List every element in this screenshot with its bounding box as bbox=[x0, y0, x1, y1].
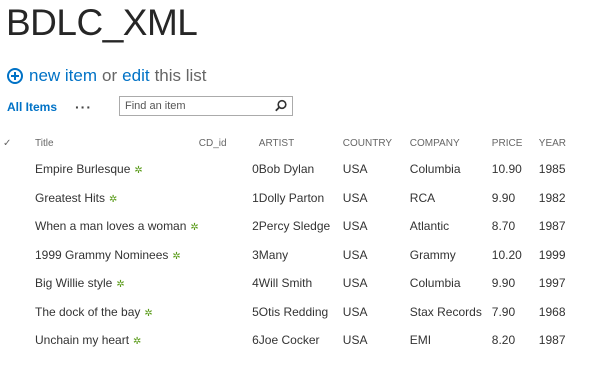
item-title-link[interactable]: Greatest Hits bbox=[35, 191, 105, 205]
row-checkbox[interactable] bbox=[3, 298, 35, 327]
cell-company: EMI bbox=[409, 333, 432, 348]
cell-cd-id: 6 bbox=[252, 333, 259, 348]
cell-country: USA bbox=[342, 219, 368, 234]
column-header-price[interactable]: PRICE bbox=[492, 131, 539, 155]
cell-artist: Many bbox=[258, 247, 289, 262]
column-header-country[interactable]: COUNTRY bbox=[343, 131, 410, 155]
cell-cd-id: 2 bbox=[252, 219, 259, 234]
view-selector: All Items ··· bbox=[7, 96, 293, 118]
cell-country: USA bbox=[342, 190, 368, 205]
cell-year: 1997 bbox=[538, 276, 566, 291]
new-item-icon: ✲ bbox=[133, 336, 142, 348]
command-bar: new item or edit this list bbox=[7, 65, 207, 87]
cell-year: 1987 bbox=[538, 219, 566, 234]
item-title-link[interactable]: Empire Burlesque bbox=[35, 162, 130, 176]
this-list-text: this list bbox=[154, 66, 207, 85]
item-title-link[interactable]: Unchain my heart bbox=[35, 333, 129, 347]
item-title-link[interactable]: When a man loves a woman bbox=[35, 219, 186, 233]
cell-company: Atlantic bbox=[409, 219, 450, 234]
cell-company: RCA bbox=[409, 190, 436, 205]
edit-link[interactable]: edit bbox=[122, 66, 149, 86]
item-title-link[interactable]: Big Willie style bbox=[35, 276, 112, 290]
cell-company: Columbia bbox=[409, 276, 461, 291]
row-checkbox[interactable] bbox=[3, 241, 35, 270]
row-checkbox[interactable] bbox=[3, 184, 35, 213]
new-item-icon: ✲ bbox=[109, 193, 118, 205]
new-item-icon: ✲ bbox=[190, 222, 199, 234]
cell-price: 9.90 bbox=[491, 190, 516, 205]
items-table: ✓ Title CD_id ARTIST COUNTRY COMPANY PRI… bbox=[3, 131, 579, 355]
cell-price: 10.20 bbox=[491, 247, 522, 262]
table-row[interactable]: 1999 Grammy Nominees ✲ 3 Many USA Grammy … bbox=[3, 241, 579, 270]
new-item-icon: ✲ bbox=[134, 165, 143, 177]
page-title: BDLC_XML bbox=[6, 2, 198, 43]
cell-artist: Otis Redding bbox=[258, 304, 329, 319]
item-title-link[interactable]: 1999 Grammy Nominees bbox=[35, 248, 168, 262]
cell-price: 7.90 bbox=[491, 304, 516, 319]
more-options-button[interactable]: ··· bbox=[75, 99, 92, 115]
column-header-cd-id[interactable]: CD_id bbox=[199, 131, 259, 155]
new-item-link[interactable]: new item bbox=[29, 66, 97, 86]
view-all-items[interactable]: All Items bbox=[7, 100, 57, 114]
cell-artist: Dolly Parton bbox=[258, 190, 325, 205]
cell-year: 1968 bbox=[538, 304, 566, 319]
cell-artist: Joe Cocker bbox=[258, 333, 320, 348]
cell-company: Stax Records bbox=[409, 304, 482, 319]
table-row[interactable]: Greatest Hits ✲ 1 Dolly Parton USA RCA 9.… bbox=[3, 184, 579, 213]
search-box bbox=[119, 96, 293, 116]
cell-price: 8.20 bbox=[491, 333, 516, 348]
cell-country: USA bbox=[342, 162, 368, 177]
cell-country: USA bbox=[342, 276, 368, 291]
column-header-company[interactable]: COMPANY bbox=[410, 131, 492, 155]
new-item-icon: ✲ bbox=[172, 250, 181, 262]
cell-company: Grammy bbox=[409, 247, 456, 262]
table-row[interactable]: Empire Burlesque ✲ 0 Bob Dylan USA Columb… bbox=[3, 155, 579, 184]
row-checkbox[interactable] bbox=[3, 212, 35, 241]
table-row[interactable]: When a man loves a woman ✲ 2 Percy Sledge… bbox=[3, 212, 579, 241]
cell-company: Columbia bbox=[409, 162, 461, 177]
table-header-row: ✓ Title CD_id ARTIST COUNTRY COMPANY PRI… bbox=[3, 131, 579, 155]
cell-artist: Bob Dylan bbox=[258, 162, 315, 177]
cell-price: 10.90 bbox=[491, 162, 522, 177]
row-checkbox[interactable] bbox=[3, 326, 35, 355]
column-header-title[interactable]: Title bbox=[35, 131, 199, 155]
cell-price: 8.70 bbox=[491, 219, 516, 234]
table-row[interactable]: The dock of the bay ✲ 5 Otis Redding USA … bbox=[3, 298, 579, 327]
cell-year: 1987 bbox=[538, 333, 566, 348]
cell-price: 9.90 bbox=[491, 276, 516, 291]
plus-circle-icon[interactable] bbox=[7, 68, 23, 84]
cell-country: USA bbox=[342, 247, 368, 262]
row-checkbox[interactable] bbox=[3, 155, 35, 184]
cell-artist: Will Smith bbox=[258, 276, 313, 291]
cell-country: USA bbox=[342, 333, 368, 348]
column-header-year[interactable]: YEAR bbox=[539, 131, 579, 155]
column-header-artist[interactable]: ARTIST bbox=[259, 131, 343, 155]
cell-artist: Percy Sledge bbox=[258, 219, 331, 234]
search-icon[interactable] bbox=[274, 99, 288, 113]
cell-year: 1999 bbox=[538, 247, 566, 262]
item-title-link[interactable]: The dock of the bay bbox=[35, 305, 140, 319]
cell-cd-id: 4 bbox=[252, 276, 259, 291]
row-checkbox[interactable] bbox=[3, 269, 35, 298]
new-item-icon: ✲ bbox=[144, 307, 153, 319]
cell-cd-id: 3 bbox=[252, 247, 259, 262]
cell-country: USA bbox=[342, 304, 368, 319]
or-text: or bbox=[102, 66, 118, 85]
search-input[interactable] bbox=[120, 100, 275, 112]
table-row[interactable]: Big Willie style ✲ 4 Will Smith USA Colum… bbox=[3, 269, 579, 298]
cell-cd-id: 0 bbox=[252, 162, 259, 177]
cell-year: 1985 bbox=[538, 162, 566, 177]
cell-cd-id: 5 bbox=[252, 304, 259, 319]
select-all-checkbox[interactable]: ✓ bbox=[3, 131, 35, 155]
cell-cd-id: 1 bbox=[252, 190, 259, 205]
new-item-icon: ✲ bbox=[116, 279, 125, 291]
cell-year: 1982 bbox=[538, 190, 566, 205]
table-row[interactable]: Unchain my heart ✲ 6 Joe Cocker USA EMI 8… bbox=[3, 326, 579, 355]
